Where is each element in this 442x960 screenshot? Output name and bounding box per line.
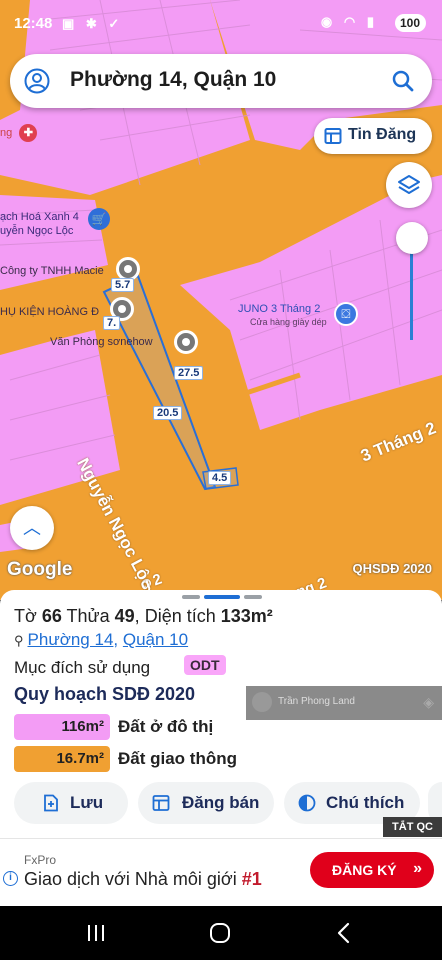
status-time: 12:48 bbox=[14, 15, 53, 32]
listings-button-label: Tin Đăng bbox=[348, 126, 417, 143]
post-for-sale-label: Đăng bán bbox=[182, 793, 260, 812]
poi-van-phong: Văn Phòng sơnehow bbox=[50, 336, 153, 348]
search-icon[interactable] bbox=[390, 68, 416, 94]
poi-company: Công ty TNHH Macie bbox=[0, 265, 104, 277]
parcel-info-sheet[interactable]: Tờ 66 Thửa 49, Diện tích 133m² ⚲ Phường 1… bbox=[0, 590, 442, 838]
back-icon[interactable] bbox=[324, 920, 364, 946]
ad-message: Giao dịch với Nhà môi giới bbox=[24, 869, 242, 889]
layers-button[interactable] bbox=[386, 162, 432, 208]
watermark-avatar bbox=[252, 692, 272, 712]
legend-swatch: 16.7m² bbox=[14, 746, 110, 772]
ad-register-label: ĐĂNG KÝ bbox=[332, 862, 397, 878]
poi-hospital[interactable]: ng ✚ bbox=[0, 124, 38, 142]
sheet-label: Tờ bbox=[14, 606, 37, 626]
hospital-label-fragment: ng bbox=[0, 127, 13, 139]
area-value: 133m² bbox=[220, 606, 273, 626]
ad-text: Giao dịch với Nhà môi giới #1 bbox=[24, 869, 262, 890]
land-purpose-label: Mục đích sử dụng bbox=[14, 658, 151, 677]
status-bar: 12:48 ▣ ✱ ✓ ◉ ◠ ▮ 100 bbox=[0, 0, 442, 48]
dimension-label: 7. bbox=[103, 316, 121, 330]
sheet-handle[interactable] bbox=[182, 595, 200, 599]
legend-button-label: Chú thích bbox=[326, 793, 405, 812]
parcel-location: ⚲ Phường 14, Quận 10 bbox=[14, 630, 188, 650]
district-link[interactable]: Quận 10 bbox=[123, 630, 188, 649]
shopping-cart-icon[interactable]: 🛒 bbox=[88, 208, 110, 230]
close-ad-button[interactable]: TẮT QC bbox=[383, 817, 442, 837]
legend-swatch: 116m² bbox=[14, 714, 110, 740]
location-pin-icon: ⚲ bbox=[14, 633, 24, 648]
land-purpose-code: ODT bbox=[184, 655, 226, 675]
poi-bach-hoa-xanh-title: ạch Hoá Xanh 4 bbox=[0, 211, 79, 223]
save-button-label: Lưu bbox=[70, 793, 104, 812]
ad-brand: FxPro bbox=[24, 853, 57, 867]
opacity-slider-knob[interactable] bbox=[396, 222, 428, 254]
listing-board-icon bbox=[152, 795, 170, 811]
notification-icons: ▣ ✱ ✓ bbox=[62, 16, 124, 31]
dimension-label: 5.7 bbox=[111, 278, 135, 292]
map-pin-icon[interactable] bbox=[174, 330, 198, 354]
dimension-label: 4.5 bbox=[208, 471, 232, 485]
shopping-bag-icon[interactable]: ⛋ bbox=[334, 302, 358, 326]
ad-highlight: #1 bbox=[241, 869, 262, 889]
poi-juno-title: JUNO 3 Tháng 2 bbox=[238, 303, 321, 315]
map-view[interactable]: ng ✚ ạch Hoá Xanh 4 uyễn Ngọc Lộc 🛒 Công… bbox=[0, 0, 442, 600]
poi-juno-subtitle: Cửa hàng giày dép bbox=[250, 317, 327, 327]
watermark: Trần Phong Land ◈ bbox=[246, 686, 442, 720]
post-for-sale-button[interactable]: Đăng bán bbox=[138, 782, 274, 824]
sheet-number: 66 bbox=[41, 606, 62, 626]
map-layer-credit: QHSDĐ 2020 bbox=[352, 561, 432, 576]
plot-number: 49 bbox=[114, 606, 135, 626]
poi-phu-kien: HỤ KIỆN HOÀNG Đ bbox=[0, 306, 100, 318]
double-chevron-right-icon: » bbox=[413, 860, 422, 877]
ad-banner[interactable]: TẮT QC FxPro i Giao dịch với Nhà môi giớ… bbox=[0, 817, 442, 906]
plan-title: Quy hoạch SDĐ 2020 bbox=[14, 684, 196, 704]
system-navigation-bar bbox=[0, 906, 442, 960]
listing-board-icon bbox=[324, 128, 342, 144]
chevron-up-icon: ︿ bbox=[23, 518, 41, 538]
location-separator: , bbox=[113, 630, 119, 649]
hospital-icon: ✚ bbox=[19, 124, 38, 142]
dimension-label: 20.5 bbox=[153, 406, 183, 420]
layers-icon: ◈ bbox=[423, 694, 434, 710]
legend-label: Đất ở đô thị bbox=[118, 717, 214, 736]
legend-label: Đất giao thông bbox=[118, 749, 237, 768]
contrast-icon bbox=[298, 794, 316, 812]
sheet-handle[interactable] bbox=[244, 595, 262, 599]
sheet-handle-active[interactable] bbox=[204, 595, 240, 599]
location-title: Phường 14, Quận 10 bbox=[70, 68, 277, 91]
listings-button[interactable]: Tin Đăng bbox=[314, 118, 432, 154]
layers-icon bbox=[398, 175, 420, 194]
save-button[interactable]: Lưu bbox=[14, 782, 128, 824]
expand-up-button[interactable]: ︿ bbox=[10, 506, 54, 550]
home-icon[interactable] bbox=[200, 920, 240, 946]
info-icon[interactable]: i bbox=[3, 871, 18, 886]
dimension-label: 27.5 bbox=[174, 366, 204, 380]
ward-link[interactable]: Phường 14 bbox=[28, 630, 114, 649]
recent-apps-icon[interactable] bbox=[76, 920, 116, 946]
add-document-icon bbox=[44, 794, 58, 812]
user-icon[interactable] bbox=[24, 68, 50, 94]
area-label: Diện tích bbox=[144, 606, 216, 626]
poi-bach-hoa-xanh-address: uyễn Ngọc Lộc bbox=[0, 225, 74, 237]
plot-label: Thửa bbox=[66, 606, 110, 626]
google-logo: Google bbox=[7, 559, 73, 580]
parcel-summary: Tờ 66 Thửa 49, Diện tích 133m² bbox=[14, 606, 273, 626]
ad-register-button[interactable]: ĐĂNG KÝ » bbox=[310, 852, 434, 888]
watermark-text: Trần Phong Land bbox=[278, 696, 355, 707]
signal-icons: ◉ ◠ ▮ bbox=[320, 14, 378, 29]
location-search-bar[interactable]: Phường 14, Quận 10 bbox=[10, 54, 432, 108]
battery-indicator: 100 bbox=[394, 14, 426, 32]
